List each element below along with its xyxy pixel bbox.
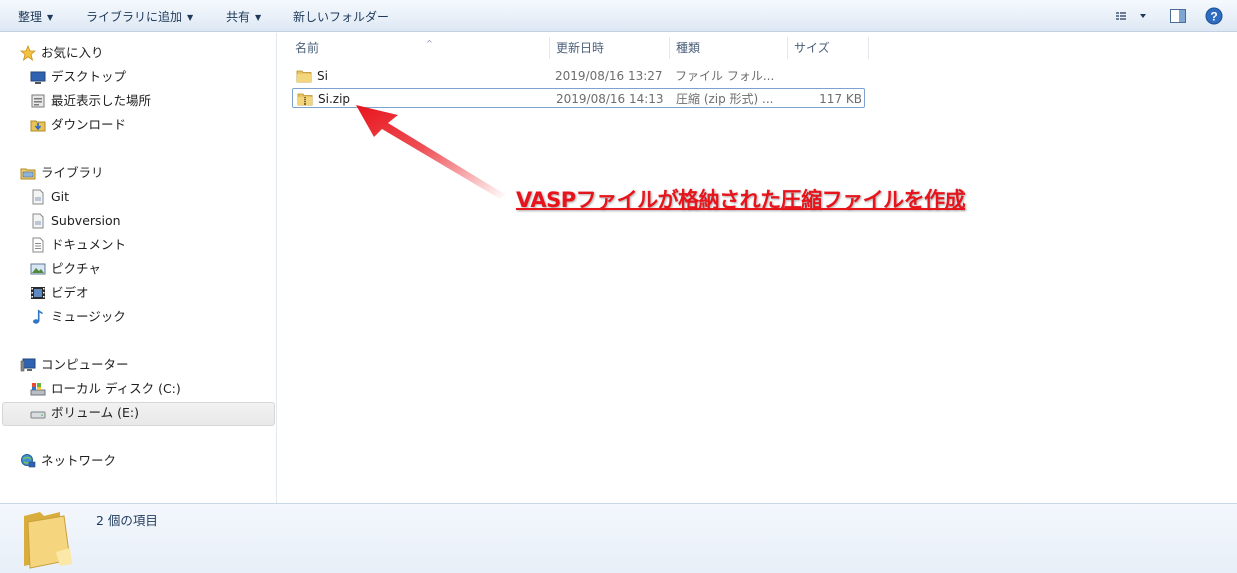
annotation-arrow-icon: [356, 105, 506, 199]
file-date: 2019/08/16 13:27: [555, 69, 663, 83]
computer-icon: [20, 358, 36, 372]
item-count: 2 個の項目: [96, 513, 158, 528]
documents-icon: [32, 237, 44, 253]
share-with-button[interactable]: 共有 ▼: [226, 8, 261, 26]
music-icon: [33, 309, 43, 324]
nav-item-label: 最近表示した場所: [51, 93, 152, 108]
videos-icon: [31, 287, 45, 299]
recent-places-icon: [31, 94, 45, 108]
command-bar: 整理 ▼ ライブラリに追加 ▼ 共有 ▼ 新しいフォルダー ?: [0, 0, 1237, 32]
column-header-name-label: 名前: [295, 41, 320, 55]
chevron-down-icon: ▼: [47, 13, 54, 22]
star-icon: [20, 45, 36, 61]
local-disk-icon: [30, 383, 46, 396]
downloads-icon: [30, 120, 46, 132]
chevron-down-icon: ▼: [255, 13, 262, 22]
file-name: Si: [317, 69, 328, 83]
new-folder-button[interactable]: 新しいフォルダー: [293, 8, 389, 26]
nav-item-label: デスクトップ: [51, 69, 127, 84]
sort-ascending-icon: ^: [426, 39, 433, 48]
help-button[interactable]: ?: [1204, 6, 1224, 26]
nav-item-label: ローカル ディスク (C:): [51, 381, 181, 396]
help-icon: ?: [1205, 7, 1223, 25]
share-with-label: 共有: [226, 10, 251, 24]
chevron-down-icon: ▼: [187, 13, 194, 22]
nav-libraries-label: ライブラリ: [41, 165, 104, 180]
pictures-icon: [30, 263, 46, 275]
nav-favorites-label: お気に入り: [41, 45, 104, 60]
file-date: 2019/08/16 14:13: [556, 92, 664, 106]
file-list-pane: 名前 ^ 更新日時 種類 サイズ Si 2019/08/16 13:27 ファイ…: [278, 33, 1237, 503]
file-row[interactable]: Si 2019/08/16 13:27 ファイル フォル...: [292, 66, 865, 86]
nav-item-label: ドキュメント: [51, 237, 127, 252]
include-in-library-button[interactable]: ライブラリに追加 ▼: [86, 8, 193, 26]
library-item-icon: [32, 189, 44, 205]
column-header-type-label: 種類: [676, 41, 701, 55]
nav-item-label: ミュージック: [51, 309, 126, 324]
library-icon: [20, 168, 36, 180]
column-header-size-label: サイズ: [794, 41, 830, 55]
preview-pane-icon: [1170, 9, 1186, 23]
column-header-date-label: 更新日時: [556, 41, 605, 55]
removable-drive-icon: [30, 411, 46, 419]
desktop-icon: [30, 71, 46, 84]
column-header-date[interactable]: 更新日時: [550, 37, 670, 59]
organize-menu-button[interactable]: 整理 ▼: [18, 8, 53, 26]
include-in-library-label: ライブラリに追加: [86, 10, 183, 24]
view-options-icon: [1116, 12, 1146, 20]
network-icon: [21, 454, 36, 468]
nav-item-label: Subversion: [51, 213, 121, 228]
navigation-pane: お気に入り デスクトップ 最近表示した場所 ダウンロード ライブラリ Git S…: [0, 33, 277, 503]
nav-network-label: ネットワーク: [41, 453, 117, 468]
zip-folder-icon: [297, 93, 313, 106]
folder-large-icon: [24, 512, 72, 569]
organize-label: 整理: [18, 10, 43, 24]
file-size: 117 KB: [819, 92, 862, 106]
file-type: ファイル フォル...: [675, 69, 775, 83]
details-pane: 2 個の項目: [0, 503, 1237, 573]
column-header-size[interactable]: サイズ: [788, 37, 869, 59]
view-options-button[interactable]: [1113, 6, 1153, 26]
nav-item-label: ダウンロード: [51, 117, 127, 132]
svg-text:?: ?: [1210, 10, 1217, 24]
column-header-type[interactable]: 種類: [670, 37, 788, 59]
preview-pane-button[interactable]: [1168, 6, 1188, 26]
nav-computer-label: コンピューター: [41, 357, 129, 372]
folder-icon: [296, 70, 312, 83]
column-header-name[interactable]: 名前 ^: [289, 37, 550, 59]
library-item-icon: [32, 213, 44, 229]
nav-item-label: ビデオ: [51, 285, 89, 300]
file-type: 圧縮 (zip 形式) ...: [676, 92, 774, 106]
annotation-text: VASPファイルが格納された圧縮ファイルを作成: [516, 188, 966, 212]
nav-item-label: ボリューム (E:): [51, 405, 139, 420]
nav-item-label: Git: [51, 189, 70, 204]
nav-item-label: ピクチャ: [51, 261, 101, 276]
new-folder-label: 新しいフォルダー: [293, 10, 390, 24]
